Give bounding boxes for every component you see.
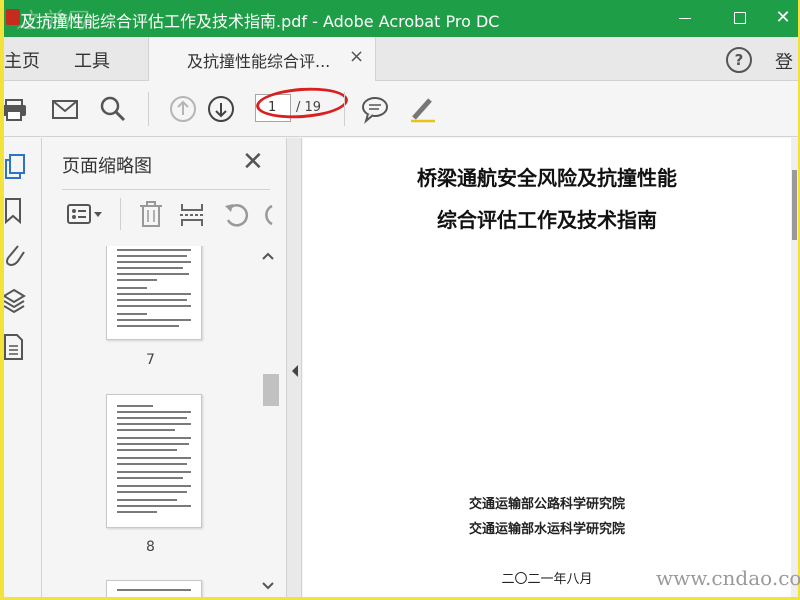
- panel-tool-separator: [120, 198, 121, 230]
- toolbar-separator: [148, 92, 149, 126]
- thumbnail-panel: 页面缩略图 ✕ 7 8: [42, 138, 286, 597]
- page-icon[interactable]: [4, 332, 32, 362]
- tab-document[interactable]: 及抗撞性能综合评... ×: [148, 37, 376, 81]
- thumbnails-list: 7 8: [42, 246, 258, 597]
- tab-tools[interactable]: 工具: [74, 47, 110, 73]
- window-title: 及抗撞性能综合评估工作及技术指南.pdf - Adobe Acrobat Pro…: [20, 12, 500, 31]
- navigation-rail: [4, 138, 42, 597]
- document-tab-label: 及抗撞性能综合评...: [187, 52, 331, 71]
- delete-icon[interactable]: [138, 198, 166, 230]
- mail-icon[interactable]: [50, 94, 80, 124]
- thumbnail-label: 8: [146, 539, 155, 555]
- page-thumbnail-7[interactable]: [106, 246, 202, 340]
- panel-title: 页面缩略图: [62, 156, 152, 177]
- toolbar-separator: [344, 92, 345, 126]
- annotation-ellipse: [255, 84, 349, 122]
- document-title-line2: 综合评估工作及技术指南: [437, 208, 657, 232]
- toolbar: 1 / 19: [4, 82, 798, 137]
- document-scrollbar-thumb[interactable]: [792, 170, 797, 240]
- page-thumbnail-9[interactable]: [106, 580, 202, 597]
- document-org-1: 交通运输部公路科学研究院: [468, 497, 625, 512]
- thumbnails-icon[interactable]: [4, 152, 32, 182]
- prev-page-icon[interactable]: [168, 94, 198, 124]
- thumbnail-scrollbar[interactable]: [258, 246, 280, 597]
- comment-icon[interactable]: [360, 94, 390, 124]
- acrobat-window: 及抗撞性能综合评估工作及技术指南.pdf - Adobe Acrobat Pro…: [4, 0, 798, 597]
- page-thumbnail-8[interactable]: [106, 394, 202, 528]
- extract-icon[interactable]: [178, 198, 206, 230]
- watermark-logo: 之前网: [16, 9, 89, 34]
- maximize-button[interactable]: [716, 0, 762, 37]
- attachment-icon[interactable]: [4, 240, 32, 270]
- thumbnail-label: 7: [146, 352, 155, 368]
- options-icon[interactable]: [66, 198, 106, 230]
- title-bar: 及抗撞性能综合评估工作及技术指南.pdf - Adobe Acrobat Pro…: [4, 0, 798, 37]
- bookmark-icon[interactable]: [4, 196, 32, 226]
- scroll-up-icon[interactable]: [261, 250, 275, 262]
- redo-icon[interactable]: [262, 198, 274, 230]
- panel-divider: [62, 189, 270, 190]
- scroll-down-icon[interactable]: [261, 580, 275, 592]
- login-button[interactable]: 登: [775, 48, 793, 74]
- search-icon[interactable]: [98, 94, 128, 124]
- document-scrollbar[interactable]: [791, 138, 798, 597]
- tab-bar: 主页 工具 及抗撞性能综合评... × ? 登: [4, 37, 798, 81]
- help-icon[interactable]: ?: [726, 47, 752, 73]
- highlight-icon[interactable]: [408, 94, 438, 124]
- close-window-button[interactable]: ✕: [760, 0, 798, 37]
- site-watermark: www.cndao.com: [656, 566, 800, 590]
- undo-icon[interactable]: [222, 198, 250, 230]
- panel-splitter[interactable]: [286, 138, 302, 597]
- collapse-panel-icon[interactable]: [290, 364, 300, 378]
- document-view: 桥梁通航安全风险及抗撞性能 综合评估工作及技术指南 交通运输部公路科学研究院 交…: [303, 138, 798, 597]
- next-page-icon[interactable]: [206, 94, 236, 124]
- close-tab-icon[interactable]: ×: [349, 46, 364, 67]
- layers-icon[interactable]: [4, 286, 32, 316]
- document-title-line1: 桥梁通航安全风险及抗撞性能: [417, 166, 677, 190]
- document-org-2: 交通运输部水运科学研究院: [468, 522, 625, 537]
- tab-home[interactable]: 主页: [4, 47, 40, 73]
- scrollbar-thumb[interactable]: [263, 374, 279, 406]
- minimize-button[interactable]: [662, 0, 708, 37]
- document-page: 桥梁通航安全风险及抗撞性能 综合评估工作及技术指南 交通运输部公路科学研究院 交…: [303, 138, 791, 597]
- close-panel-icon[interactable]: ✕: [242, 147, 264, 177]
- print-icon[interactable]: [4, 94, 34, 124]
